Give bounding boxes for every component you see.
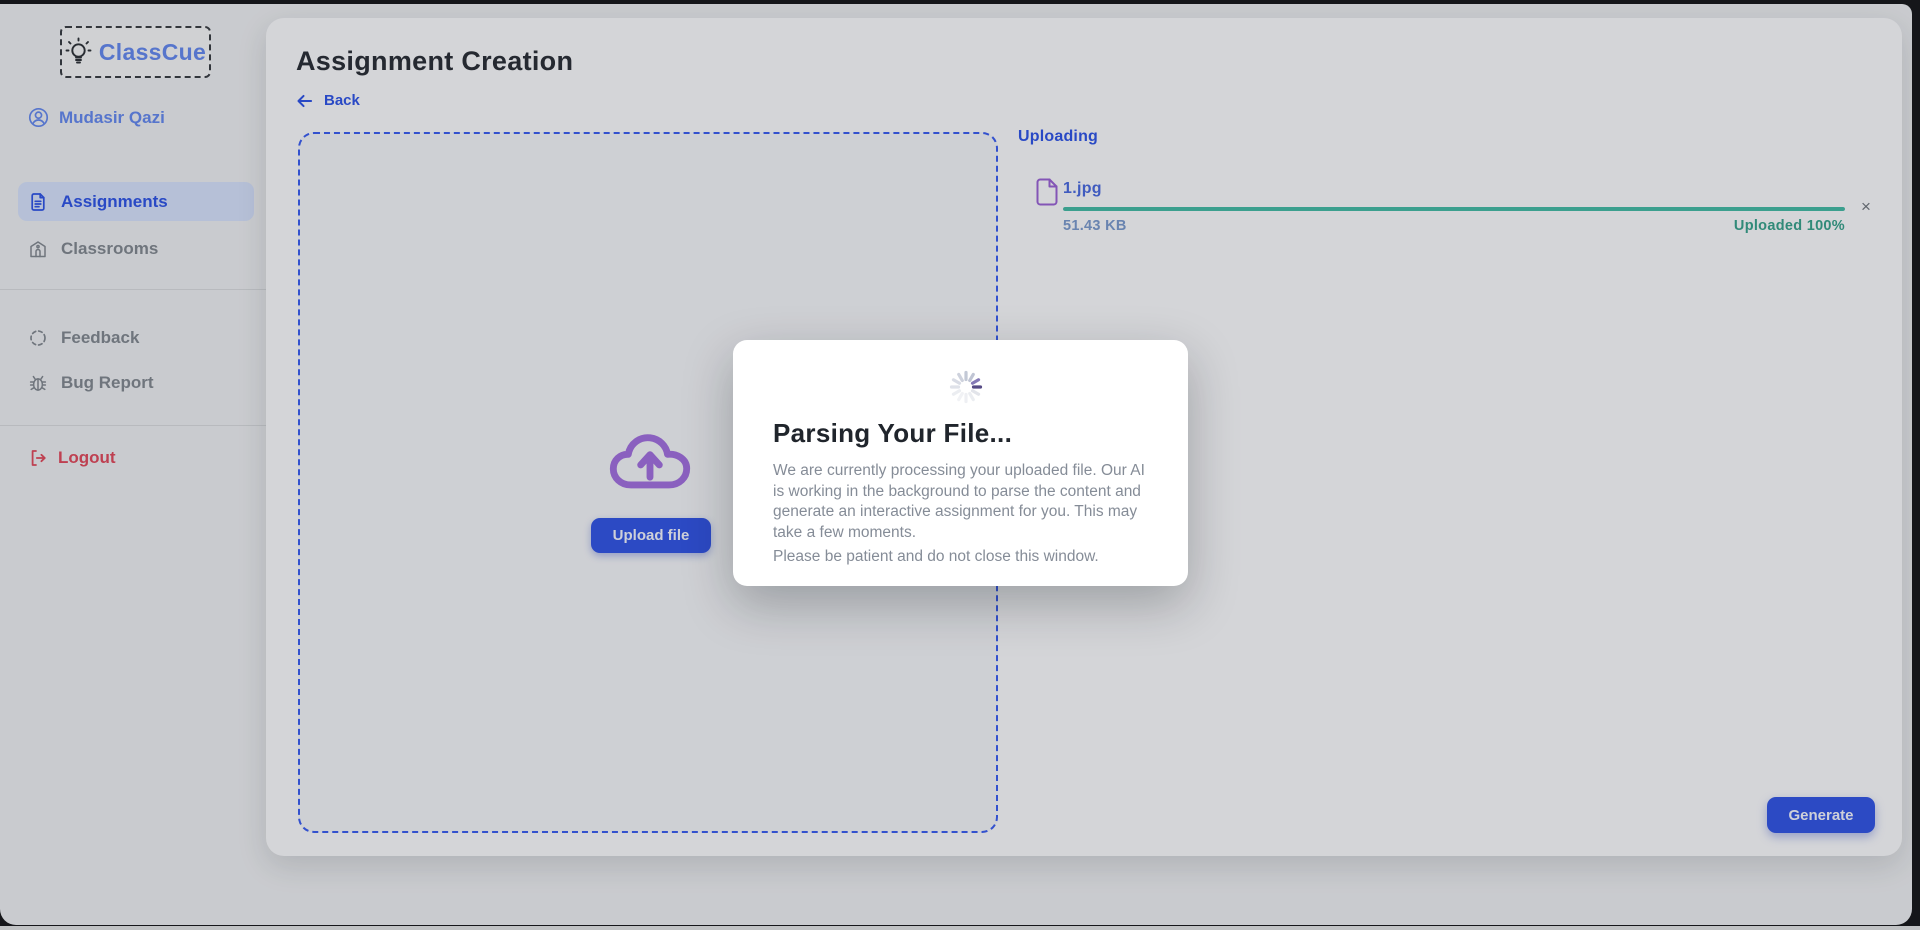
parsing-modal: Parsing Your File... We are currently pr… bbox=[733, 340, 1188, 586]
modal-body-text: We are currently processing your uploade… bbox=[773, 461, 1153, 543]
loading-spinner-icon bbox=[944, 365, 988, 409]
modal-title: Parsing Your File... bbox=[773, 418, 1012, 449]
modal-note-text: Please be patient and do not close this … bbox=[773, 547, 1153, 568]
